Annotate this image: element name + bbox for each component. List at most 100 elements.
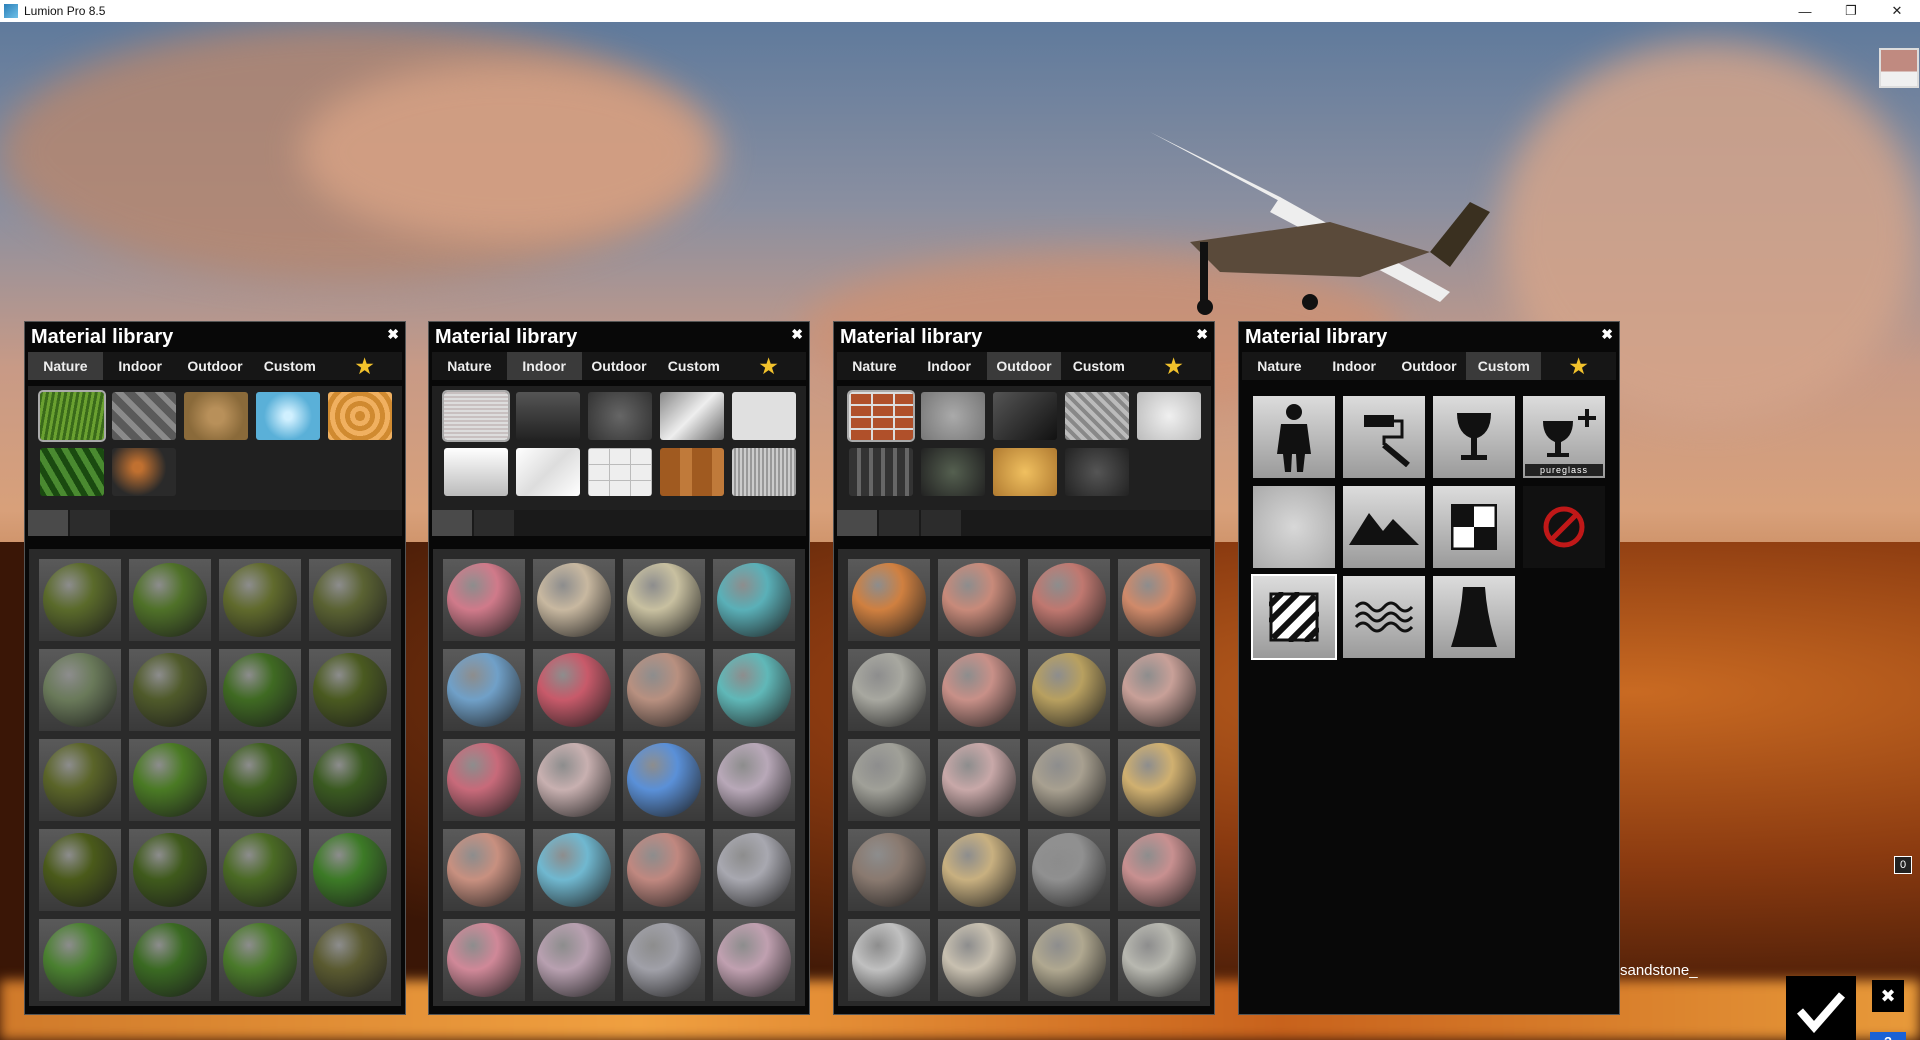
page-tab-3[interactable] bbox=[921, 510, 961, 536]
material-swatch[interactable] bbox=[219, 559, 301, 641]
material-swatch[interactable] bbox=[938, 829, 1020, 911]
page-tab-1[interactable] bbox=[837, 510, 877, 536]
material-swatch[interactable] bbox=[713, 829, 795, 911]
material-swatch[interactable] bbox=[848, 739, 930, 821]
hatch-material[interactable] bbox=[1251, 574, 1337, 660]
material-swatch[interactable] bbox=[938, 649, 1020, 731]
material-swatch[interactable] bbox=[129, 829, 211, 911]
pureglass-material[interactable]: pureglass bbox=[1523, 396, 1605, 478]
material-swatch[interactable] bbox=[1028, 649, 1110, 731]
color-material[interactable] bbox=[1343, 396, 1425, 478]
material-swatch[interactable] bbox=[309, 649, 391, 731]
waterfall-material[interactable] bbox=[1433, 576, 1515, 658]
category-soil[interactable] bbox=[184, 392, 248, 440]
category-brick[interactable] bbox=[847, 390, 915, 442]
category-leaves[interactable] bbox=[40, 448, 104, 496]
tab-favorites-star-icon[interactable]: ★ bbox=[327, 352, 402, 380]
category-metal-plate[interactable] bbox=[1065, 392, 1129, 440]
material-swatch[interactable] bbox=[848, 919, 930, 1001]
panel-close-button[interactable]: ✖ bbox=[791, 326, 803, 343]
material-swatch[interactable] bbox=[713, 739, 795, 821]
standard-material[interactable] bbox=[1253, 486, 1335, 568]
panel-close-button[interactable]: ✖ bbox=[387, 326, 399, 343]
material-swatch[interactable] bbox=[309, 919, 391, 1001]
material-swatch[interactable] bbox=[443, 829, 525, 911]
category-marble[interactable] bbox=[516, 448, 580, 496]
material-swatch[interactable] bbox=[39, 559, 121, 641]
material-swatch[interactable] bbox=[623, 649, 705, 731]
tab-indoor[interactable]: Indoor bbox=[506, 352, 582, 380]
category-fabric[interactable] bbox=[442, 390, 510, 442]
material-swatch[interactable] bbox=[533, 559, 615, 641]
category-grass[interactable] bbox=[38, 390, 106, 442]
tab-favorites-star-icon[interactable]: ★ bbox=[1541, 352, 1616, 380]
material-swatch[interactable] bbox=[533, 919, 615, 1001]
tab-custom[interactable]: Custom bbox=[1466, 352, 1542, 380]
material-swatch[interactable] bbox=[39, 649, 121, 731]
close-window-button[interactable]: ✕ bbox=[1874, 0, 1920, 22]
glass-material[interactable] bbox=[1433, 396, 1515, 478]
airplane-model[interactable] bbox=[1130, 102, 1510, 322]
category-tiles[interactable] bbox=[588, 448, 652, 496]
material-swatch[interactable] bbox=[938, 919, 1020, 1001]
category-stucco[interactable] bbox=[1137, 392, 1201, 440]
material-swatch[interactable] bbox=[443, 919, 525, 1001]
category-concrete[interactable] bbox=[921, 392, 985, 440]
tab-favorites-star-icon[interactable]: ★ bbox=[731, 352, 806, 380]
material-swatch[interactable] bbox=[219, 649, 301, 731]
invisible-material[interactable] bbox=[1523, 486, 1605, 568]
material-swatch[interactable] bbox=[1118, 739, 1200, 821]
zero-button[interactable]: 0 bbox=[1894, 856, 1912, 874]
material-swatch[interactable] bbox=[533, 829, 615, 911]
material-swatch[interactable] bbox=[1028, 919, 1110, 1001]
material-swatch[interactable] bbox=[623, 919, 705, 1001]
material-swatch[interactable] bbox=[219, 829, 301, 911]
category-plastic[interactable] bbox=[444, 448, 508, 496]
category-water[interactable] bbox=[256, 392, 320, 440]
material-swatch[interactable] bbox=[1028, 739, 1110, 821]
material-swatch[interactable] bbox=[39, 919, 121, 1001]
material-swatch[interactable] bbox=[219, 739, 301, 821]
tab-indoor[interactable]: Indoor bbox=[102, 352, 178, 380]
maximize-button[interactable]: ❐ bbox=[1828, 0, 1874, 22]
panel-close-button[interactable]: ✖ bbox=[1196, 326, 1208, 343]
material-swatch[interactable] bbox=[1118, 649, 1200, 731]
category-custom-sphere[interactable] bbox=[112, 448, 176, 496]
water-material[interactable] bbox=[1343, 576, 1425, 658]
material-swatch[interactable] bbox=[713, 919, 795, 1001]
material-swatch[interactable] bbox=[848, 829, 930, 911]
material-swatch[interactable] bbox=[533, 649, 615, 731]
category-roof-tiles[interactable] bbox=[849, 448, 913, 496]
material-swatch[interactable] bbox=[623, 739, 705, 821]
material-swatch[interactable] bbox=[129, 649, 211, 731]
tab-custom[interactable]: Custom bbox=[252, 352, 328, 380]
page-tab-1[interactable] bbox=[432, 510, 472, 536]
billboard-material[interactable] bbox=[1253, 396, 1335, 478]
material-swatch[interactable] bbox=[623, 829, 705, 911]
tab-nature[interactable]: Nature bbox=[837, 352, 912, 380]
material-swatch[interactable] bbox=[443, 559, 525, 641]
material-swatch[interactable] bbox=[129, 739, 211, 821]
cancel-button[interactable]: ✖ bbox=[1872, 980, 1904, 1012]
category-wood[interactable] bbox=[328, 392, 392, 440]
help-button[interactable]: ? bbox=[1870, 1032, 1906, 1040]
material-swatch[interactable] bbox=[848, 559, 930, 641]
category-brushed-metal[interactable] bbox=[732, 448, 796, 496]
category-plaster[interactable] bbox=[732, 392, 796, 440]
tab-indoor[interactable]: Indoor bbox=[911, 352, 987, 380]
page-tab-1[interactable] bbox=[28, 510, 68, 536]
category-metal[interactable] bbox=[660, 392, 724, 440]
material-swatch[interactable] bbox=[443, 649, 525, 731]
material-swatch[interactable] bbox=[309, 559, 391, 641]
panel-close-button[interactable]: ✖ bbox=[1601, 326, 1613, 343]
category-sandstone[interactable] bbox=[993, 448, 1057, 496]
tab-nature[interactable]: Nature bbox=[1242, 352, 1317, 380]
material-swatch[interactable] bbox=[938, 559, 1020, 641]
tab-outdoor[interactable]: Outdoor bbox=[1391, 352, 1467, 380]
tab-outdoor[interactable]: Outdoor bbox=[177, 352, 253, 380]
category-rock[interactable] bbox=[112, 392, 176, 440]
material-swatch[interactable] bbox=[129, 919, 211, 1001]
tab-outdoor[interactable]: Outdoor bbox=[581, 352, 657, 380]
landscape-material[interactable] bbox=[1343, 486, 1425, 568]
category-glass[interactable] bbox=[516, 392, 580, 440]
